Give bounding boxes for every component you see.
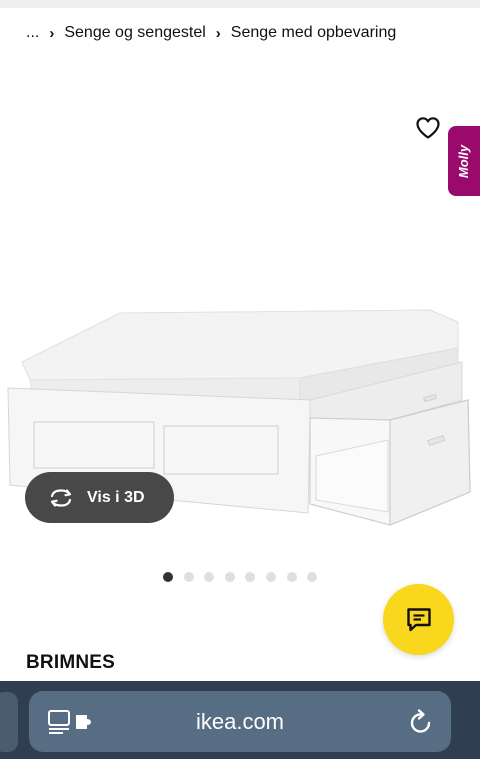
product-title: BRIMNES	[26, 652, 116, 673]
molly-assistant-tab[interactable]: Molly	[448, 126, 480, 196]
breadcrumb-separator: ›	[49, 24, 55, 42]
pagination-dot[interactable]	[183, 572, 194, 582]
top-strip	[0, 0, 480, 8]
breadcrumb-separator: ›	[215, 24, 221, 42]
chat-icon	[406, 607, 431, 631]
breadcrumb-ellipsis[interactable]: ...	[26, 24, 39, 42]
chat-button[interactable]	[383, 584, 454, 655]
heart-icon	[416, 117, 440, 139]
previous-tab-handle[interactable]	[0, 692, 18, 752]
view-in-3d-label: Vis i 3D	[87, 488, 145, 506]
pagination-dot[interactable]	[307, 572, 318, 582]
favorite-button[interactable]	[412, 112, 444, 144]
pagination-dot[interactable]	[245, 572, 256, 582]
rotate-3d-icon	[47, 487, 75, 509]
pagination-dot[interactable]	[204, 572, 215, 582]
gallery-pagination	[163, 572, 328, 582]
address-bar[interactable]: ikea.com	[29, 691, 451, 752]
view-in-3d-button[interactable]: Vis i 3D	[25, 472, 174, 523]
url-text: ikea.com	[195, 708, 285, 734]
breadcrumb-item-beds[interactable]: Senge og sengestel	[64, 24, 205, 42]
pagination-dot-active[interactable]	[163, 572, 173, 582]
molly-label: Molly	[456, 144, 472, 178]
pagination-dot[interactable]	[224, 572, 235, 582]
pagination-dot[interactable]	[286, 572, 297, 582]
breadcrumb-item-storage-beds[interactable]: Senge med opbevaring	[231, 24, 396, 42]
reload-icon[interactable]	[408, 708, 434, 736]
pagination-dot[interactable]	[265, 572, 276, 582]
breadcrumb: ... › Senge og sengestel › Senge med opb…	[26, 24, 396, 42]
